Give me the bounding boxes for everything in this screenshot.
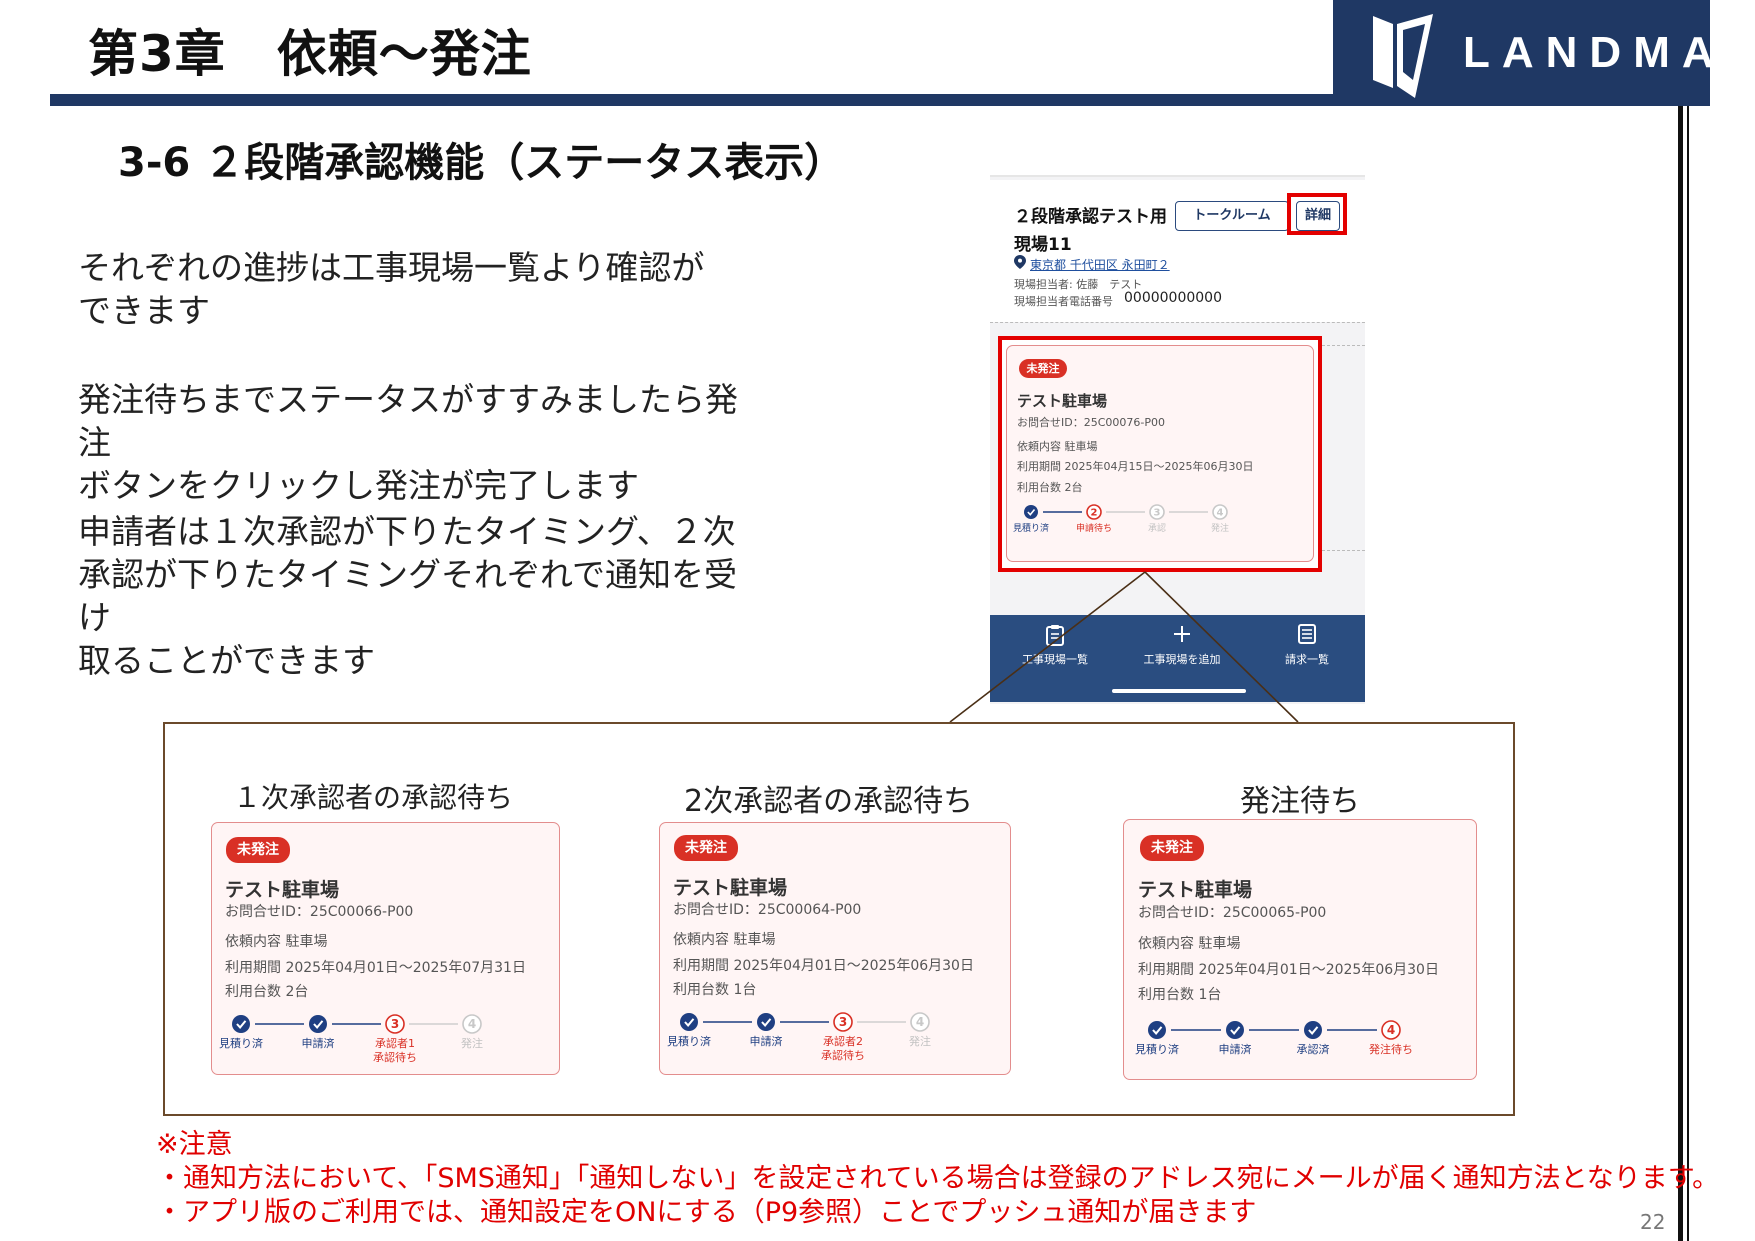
progress-stepper: 見積り済 申請済 承認済 4 発注待ち <box>1135 1020 1413 1056</box>
step-number: 4 <box>916 1015 924 1029</box>
step-marker <box>680 1013 698 1031</box>
step-number: 3 <box>839 1015 847 1029</box>
progress-stepper: 見積り済 申請済 3 承認者2承認待ち 4 発注 <box>667 1012 931 1062</box>
step-marker <box>1226 1021 1244 1039</box>
card-title: テスト駐車場 <box>225 879 340 901</box>
vehicle-count: 利用台数 2台 <box>225 984 309 1000</box>
status-badge: 未発注 <box>674 835 738 861</box>
vehicle-count: 利用台数 1台 <box>673 982 757 998</box>
vehicle-count: 利用台数 1台 <box>1138 987 1222 1003</box>
column-heading: １次承認者の承認待ち <box>233 781 514 814</box>
usage-period: 利用期間 2025年04月01日～2025年06月30日 <box>1138 962 1439 978</box>
step-label: 見積り済 <box>1135 1042 1179 1056</box>
usage-period: 利用期間 2025年04月01日～2025年06月30日 <box>673 958 974 974</box>
step-label: 発注 <box>909 1034 931 1048</box>
request-type: 依頼内容 駐車場 <box>1138 936 1241 952</box>
step-marker <box>1304 1021 1322 1039</box>
step-number: 3 <box>391 1017 399 1031</box>
step-marker <box>232 1015 250 1033</box>
column-heading: 2次承認者の承認待ち <box>684 784 974 819</box>
inquiry-id: お問合せID：25C00066-P00 <box>225 904 414 920</box>
request-type: 依頼内容 駐車場 <box>225 934 328 950</box>
request-type: 依頼内容 駐車場 <box>673 932 776 948</box>
status-card-approver2[interactable]: 未発注 テスト駐車場 お問合せID：25C00064-P00 依頼内容 駐車場 … <box>659 822 1011 1075</box>
step-label: 承認待ち <box>821 1048 865 1062</box>
step-marker <box>1148 1021 1166 1039</box>
note-line: ・アプリ版のご利用では、通知設定をONにする（P9参照）ことでプッシュ通知が届き… <box>156 1197 1257 1228</box>
status-badge: 未発注 <box>226 837 290 863</box>
note-line: ・通知方法において、「SMS通知」「通知しない」を設定されている場合は登録のアド… <box>156 1163 1720 1194</box>
step-label: 承認者1 <box>375 1036 415 1050</box>
status-badge: 未発注 <box>1140 835 1204 861</box>
step-number: 4 <box>468 1017 476 1031</box>
step-label: 発注待ち <box>1369 1042 1413 1056</box>
step-label: 申請済 <box>1219 1042 1252 1056</box>
progress-stepper: 見積り済 申請済 3 承認者1承認待ち 4 発注 <box>219 1014 483 1064</box>
step-label: 承認者2 <box>823 1034 863 1048</box>
step-marker <box>757 1013 775 1031</box>
step-label: 申請済 <box>302 1036 335 1050</box>
card-title: テスト駐車場 <box>1138 879 1253 901</box>
step-marker <box>309 1015 327 1033</box>
notes: ※注意 ・通知方法において、「SMS通知」「通知しない」を設定されている場合は登… <box>156 1128 1719 1230</box>
step-label: 申請済 <box>750 1034 783 1048</box>
usage-period: 利用期間 2025年04月01日～2025年07月31日 <box>225 960 526 976</box>
card-title: テスト駐車場 <box>673 877 788 899</box>
notes-heading: ※注意 <box>156 1129 233 1160</box>
step-label: 見積り済 <box>219 1036 263 1050</box>
step-number: 4 <box>1387 1023 1395 1037</box>
status-card-approver1[interactable]: 未発注 テスト駐車場 お問合せID：25C00066-P00 依頼内容 駐車場 … <box>211 822 560 1075</box>
status-card-order-waiting[interactable]: 未発注 テスト駐車場 お問合せID：25C00065-P00 依頼内容 駐車場 … <box>1123 819 1477 1080</box>
step-label: 承認済 <box>1297 1042 1330 1056</box>
page-number: 22 <box>1640 1210 1666 1234</box>
inquiry-id: お問合せID：25C00065-P00 <box>1138 905 1327 921</box>
inquiry-id: お問合せID：25C00064-P00 <box>673 902 862 918</box>
step-label: 発注 <box>461 1036 483 1050</box>
step-label: 承認待ち <box>373 1050 417 1064</box>
step-label: 見積り済 <box>667 1034 711 1048</box>
column-heading: 発注待ち <box>1240 784 1360 819</box>
